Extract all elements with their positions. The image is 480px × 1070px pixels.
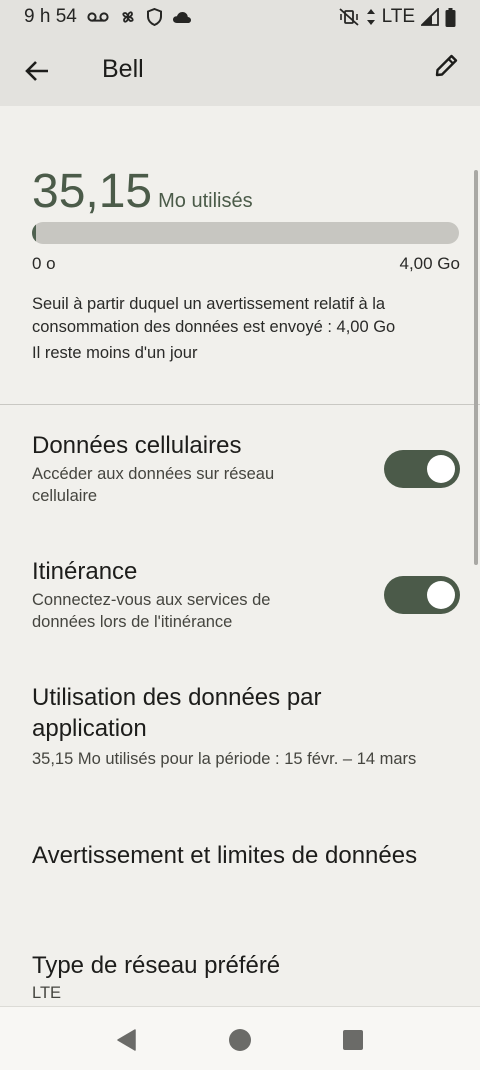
mobile-data-toggle[interactable] [384,450,460,488]
app-data-usage-subtitle: 35,15 Mo utilisés pour la période : 15 f… [32,750,417,768]
usage-number: 35,15 [32,165,153,218]
range-max-label: 4,00 Go [399,254,461,273]
battery-icon [445,7,456,27]
navigation-bar [0,1006,480,1070]
fan-icon [119,8,137,26]
preferred-network-type-title: Type de réseau préféré [32,952,281,979]
warning-threshold-text: Seuil à partir duquel un avertissement r… [32,295,396,336]
preferred-network-type-setting[interactable]: Type de réseau préféré LTE [32,950,462,1004]
voicemail-icon [87,10,109,24]
usage-progress-fill [32,222,36,244]
preferred-network-type-value: LTE [32,984,62,1002]
usage-amount: 35,15 Mo utilisés [32,166,460,218]
app-data-usage-title: Utilisation des données par application [32,684,322,742]
nav-back-button[interactable] [114,1027,140,1053]
mobile-data-subtitle: Accéder aux données sur réseau cellulair… [32,465,275,505]
back-triangle-icon [117,1029,136,1051]
data-arrows-icon [366,8,376,26]
roaming-setting[interactable]: Itinérance Connectez-vous aux services d… [32,556,462,640]
range-min-label: 0 o [32,254,56,273]
cloud-icon [172,10,192,24]
toggle-knob [427,581,455,609]
page-title: Bell [102,55,144,83]
roaming-subtitle: Connectez-vous aux services de données l… [32,591,271,631]
section-divider [0,404,480,405]
back-button[interactable] [20,54,54,88]
usage-range: 0 o 4,00 Go [32,254,460,274]
edit-button[interactable] [430,48,464,82]
nav-home-button[interactable] [227,1027,253,1053]
home-circle-icon [229,1029,251,1051]
data-warning-limits-title: Avertissement et limites de données [32,842,418,869]
data-warning-limits-setting[interactable]: Avertissement et limites de données [32,840,462,871]
mobile-data-setting[interactable]: Données cellulaires Accéder aux données … [32,430,462,514]
network-type: LTE [381,6,415,27]
status-bar: 9 h 54 LTE [0,0,480,34]
signal-icon [421,8,439,26]
toggle-knob [427,455,455,483]
vibrate-off-icon [338,8,360,26]
shield-icon [146,8,162,26]
screen: 9 h 54 LTE Bell 35,15 Mo utilisés 0 o 4,… [0,0,480,1070]
app-bar: Bell [0,34,480,106]
status-time: 9 h 54 [24,6,77,27]
arrow-back-icon [25,61,48,81]
nav-recents-button[interactable] [340,1027,366,1053]
remaining-time-text: Il reste moins d'un jour [32,344,198,362]
data-usage-summary: 35,15 Mo utilisés 0 o 4,00 Go Seuil à pa… [32,166,460,365]
scrollbar[interactable] [474,170,478,565]
app-data-usage-setting[interactable]: Utilisation des données par application … [32,682,462,770]
usage-progress-bar [32,222,459,244]
recents-square-icon [343,1030,363,1050]
pencil-icon [435,54,458,77]
roaming-toggle[interactable] [384,576,460,614]
usage-unit: Mo utilisés [158,190,253,212]
